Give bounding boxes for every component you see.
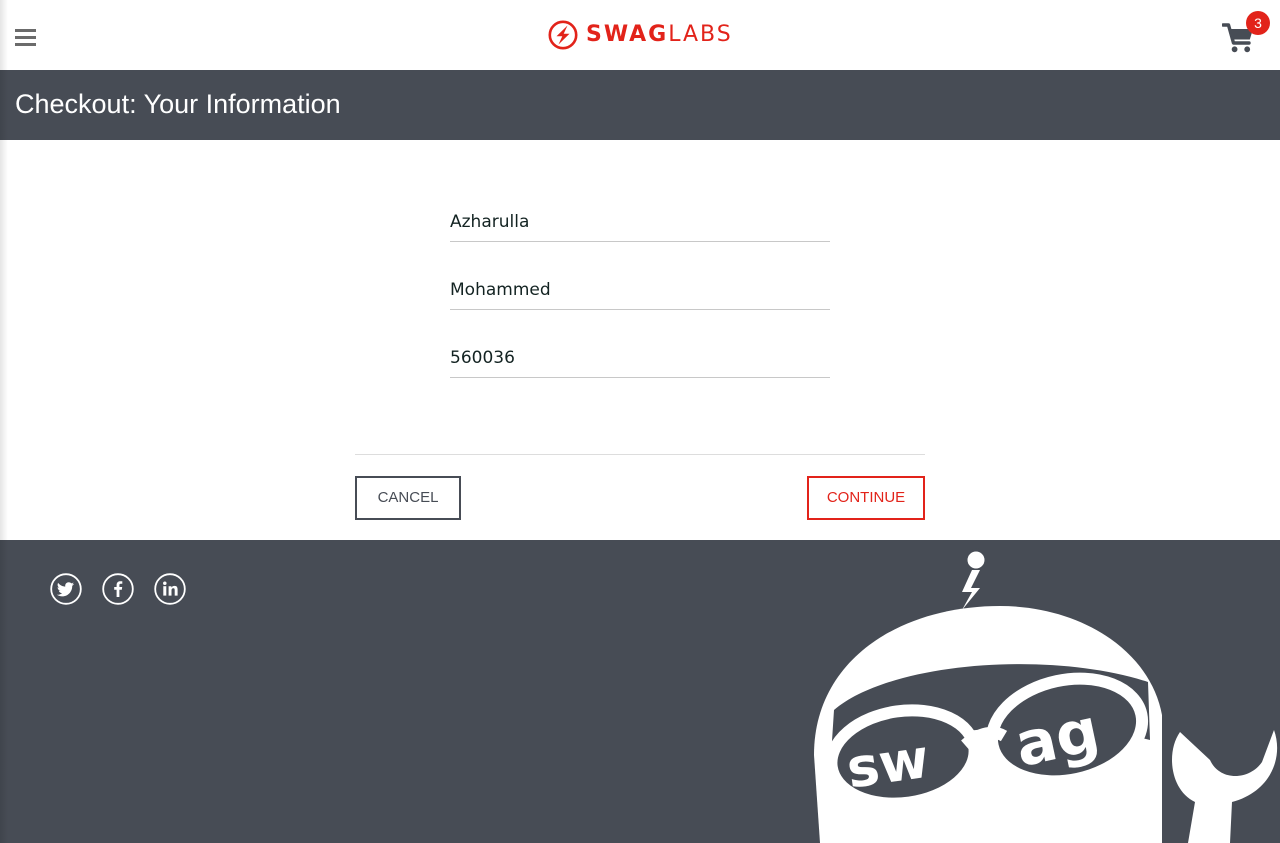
app-logo: SWAGLABS bbox=[548, 20, 733, 50]
swag-bot-mascot-icon: sw ag bbox=[814, 548, 1278, 843]
mascot-text-left: sw bbox=[843, 727, 933, 801]
logo-text-bold: SWAG bbox=[586, 22, 669, 47]
cancel-button[interactable]: CANCEL bbox=[355, 476, 461, 520]
header: SWAGLABS 3 bbox=[0, 0, 1280, 70]
hamburger-menu-icon-bar bbox=[15, 36, 36, 39]
hamburger-menu-icon-bar bbox=[15, 43, 36, 46]
first-name-input[interactable] bbox=[450, 202, 830, 242]
hamburger-menu-icon bbox=[15, 29, 36, 32]
cart-badge: 3 bbox=[1246, 11, 1270, 35]
twitter-icon bbox=[50, 573, 82, 605]
last-name-input[interactable] bbox=[450, 270, 830, 310]
secondary-header: Checkout: Your Information bbox=[0, 70, 1280, 140]
linkedin-icon bbox=[154, 573, 186, 605]
continue-button[interactable]: CONTINUE bbox=[807, 476, 925, 520]
logo-text: SWAGLABS bbox=[586, 20, 733, 50]
menu-button[interactable] bbox=[15, 29, 36, 46]
page-title: Checkout: Your Information bbox=[15, 89, 341, 119]
twitter-link[interactable] bbox=[50, 573, 82, 605]
postal-code-input[interactable] bbox=[450, 338, 830, 378]
footer: sw ag bbox=[0, 540, 1280, 843]
app-root: SWAGLABS 3 Checkout: Your Information CA… bbox=[0, 0, 1280, 843]
swag-labs-bolt-logo-icon bbox=[548, 20, 578, 50]
linkedin-link[interactable] bbox=[154, 573, 186, 605]
facebook-icon bbox=[102, 573, 134, 605]
form-divider bbox=[355, 454, 925, 455]
facebook-link[interactable] bbox=[102, 573, 134, 605]
logo-text-light: LABS bbox=[668, 22, 733, 47]
